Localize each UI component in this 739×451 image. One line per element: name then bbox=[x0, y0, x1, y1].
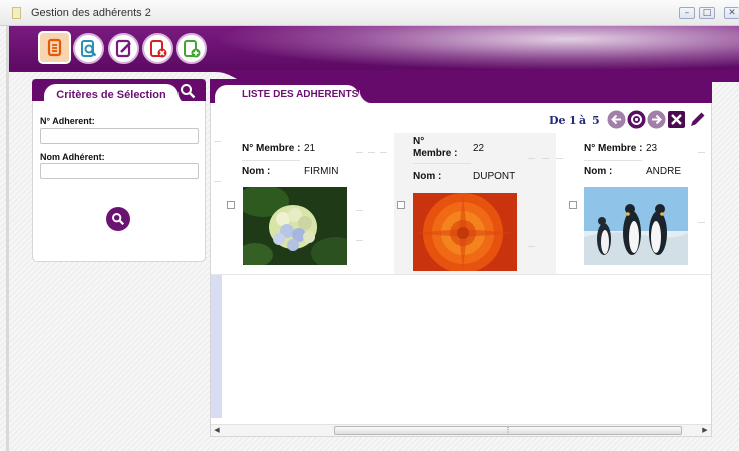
member-number-label: N° Adherent: bbox=[40, 116, 95, 126]
app-icon bbox=[12, 7, 21, 19]
next-icon[interactable] bbox=[647, 110, 666, 129]
member-photo-hydrangea bbox=[243, 187, 347, 265]
member-number-label: N° Membre : bbox=[584, 143, 643, 154]
criteria-tab: Critères de Sélection bbox=[44, 84, 192, 106]
window-left-border bbox=[6, 26, 9, 451]
document-add-icon bbox=[183, 39, 200, 57]
document-edit-icon bbox=[115, 39, 131, 57]
toolbar bbox=[9, 26, 739, 71]
scroll-left-icon[interactable]: ◀ bbox=[211, 425, 223, 436]
pencil-icon[interactable] bbox=[688, 110, 707, 129]
excel-export-icon[interactable] bbox=[667, 110, 686, 129]
member-name-label: Nom : bbox=[413, 171, 442, 182]
member-number: 21 bbox=[304, 143, 316, 154]
member-name: FIRMIN bbox=[304, 166, 339, 177]
member-checkbox[interactable] bbox=[227, 201, 235, 209]
member-name-label: Nom Adhérent: bbox=[40, 152, 105, 162]
restore-icon[interactable]: □ bbox=[699, 7, 715, 19]
member-number: 22 bbox=[473, 143, 485, 154]
pager-to: 5 bbox=[592, 114, 600, 127]
close-icon[interactable]: ✕ bbox=[724, 7, 739, 19]
member-checkbox[interactable] bbox=[397, 201, 405, 209]
member-name-input[interactable] bbox=[40, 163, 199, 179]
criteria-panel: Critères de Sélection N° Adherent: Nom A… bbox=[32, 79, 206, 262]
horizontal-scrollbar[interactable]: ◀ ⋮ ▶ bbox=[211, 424, 711, 436]
edit-button[interactable] bbox=[108, 33, 139, 64]
member-number-label: N° Membre : bbox=[242, 143, 301, 154]
delete-button[interactable] bbox=[142, 33, 173, 64]
member-name-label: Nom : bbox=[584, 166, 613, 177]
previous-icon[interactable] bbox=[607, 110, 626, 129]
document-search-icon bbox=[80, 39, 96, 57]
reload-icon[interactable] bbox=[627, 110, 646, 129]
pager-de: De bbox=[549, 114, 566, 127]
search-icon[interactable] bbox=[180, 83, 196, 99]
view-button[interactable] bbox=[73, 33, 104, 64]
scrollbar-thumb[interactable]: ⋮ bbox=[334, 426, 682, 435]
scroll-right-icon[interactable]: ▶ bbox=[699, 425, 711, 436]
document-list-icon bbox=[47, 38, 61, 56]
member-card[interactable]: N° Membre : 22 Nom : DUPONT bbox=[394, 133, 556, 274]
member-card[interactable]: N° Membre : 23 Nom : ANDRE bbox=[566, 133, 728, 274]
member-photo-penguins bbox=[584, 187, 688, 265]
magnifier-icon bbox=[112, 213, 125, 226]
list-scroll-strip bbox=[211, 275, 222, 418]
list-button[interactable] bbox=[38, 31, 71, 64]
member-number-input[interactable] bbox=[40, 128, 199, 144]
member-card[interactable]: N° Membre : 21 Nom : FIRMIN bbox=[212, 133, 374, 274]
member-photo-chrysanthemum bbox=[413, 193, 517, 271]
member-checkbox[interactable] bbox=[569, 201, 577, 209]
member-name: DUPONT bbox=[473, 171, 516, 182]
search-button[interactable] bbox=[106, 207, 130, 231]
window-title: Gestion des adhérents 2 bbox=[31, 7, 151, 19]
pager-from: 1 bbox=[569, 114, 577, 127]
minimize-icon[interactable]: – bbox=[679, 7, 695, 19]
member-list-panel: LISTE DES ADHERENTS De 1 à 5 N° Membre :… bbox=[210, 79, 712, 437]
list-tab: LISTE DES ADHERENTS bbox=[215, 85, 373, 104]
member-name-label: Nom : bbox=[242, 166, 271, 177]
add-button[interactable] bbox=[176, 33, 207, 64]
title-bar: Gestion des adhérents 2 – □ ✕ bbox=[0, 0, 739, 26]
document-delete-icon bbox=[149, 39, 166, 57]
member-name: ANDRE bbox=[646, 166, 682, 177]
member-number: 23 bbox=[646, 143, 658, 154]
member-number-label: N° Membre : bbox=[413, 136, 458, 159]
pager-a: à bbox=[579, 114, 587, 127]
